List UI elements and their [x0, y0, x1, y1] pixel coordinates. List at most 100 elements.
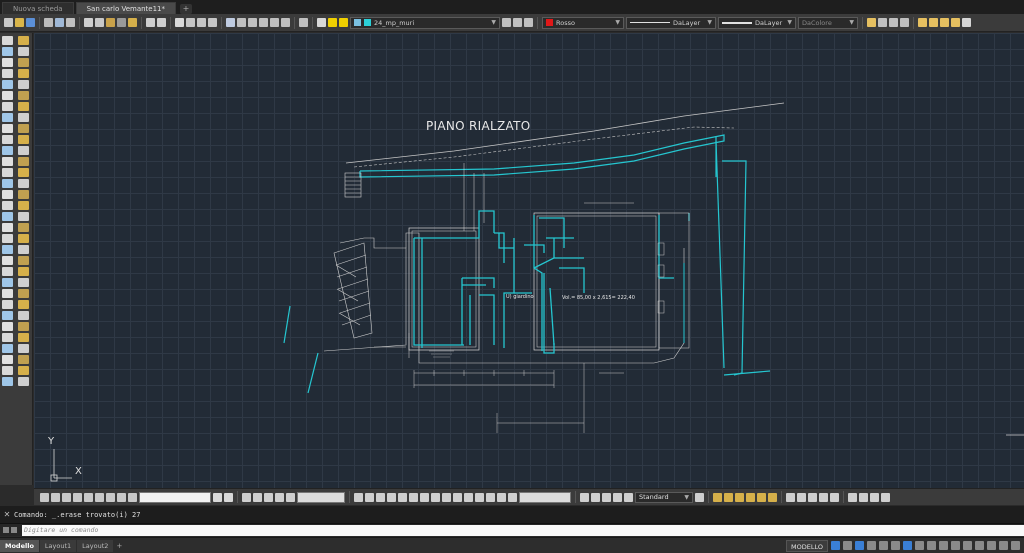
- make-current-icon[interactable]: [502, 18, 511, 27]
- text-style-dropdown[interactable]: Standard ▼: [635, 491, 693, 503]
- center-mark-icon[interactable]: [409, 492, 418, 502]
- chamfer-icon[interactable]: [18, 179, 29, 188]
- arc-icon[interactable]: [2, 91, 13, 100]
- add-tab-icon[interactable]: +: [180, 4, 193, 14]
- publish-icon[interactable]: [66, 18, 75, 27]
- rotate-icon[interactable]: [18, 102, 29, 111]
- wrench-icon[interactable]: [3, 527, 9, 533]
- pdf-underlay-icon[interactable]: [2, 355, 13, 364]
- find-replace-icon[interactable]: [613, 492, 622, 502]
- layer-state-icon[interactable]: [524, 18, 533, 27]
- preview-icon[interactable]: [55, 18, 64, 27]
- tolerance-icon[interactable]: [398, 492, 407, 502]
- mtext-icon[interactable]: [2, 234, 13, 243]
- color-dropdown[interactable]: Rosso ▼: [542, 16, 624, 29]
- block-attribute-icon[interactable]: [881, 492, 890, 502]
- layout-tab-layout1[interactable]: Layout1: [39, 539, 77, 552]
- close-icon[interactable]: ✕: [0, 510, 14, 519]
- dim-linear-icon[interactable]: [242, 492, 251, 502]
- align-icon[interactable]: [2, 333, 13, 342]
- new-file-icon[interactable]: [4, 18, 13, 27]
- block-edit-icon[interactable]: [870, 492, 879, 502]
- quick-dim-icon[interactable]: [497, 492, 506, 502]
- find-icon[interactable]: [213, 492, 222, 502]
- scale-icon[interactable]: [18, 113, 29, 122]
- quick-select-icon[interactable]: [2, 300, 13, 309]
- pedit-icon[interactable]: [18, 333, 29, 342]
- stretch-icon[interactable]: [18, 124, 29, 133]
- mtext-icon[interactable]: [376, 492, 385, 502]
- area-icon[interactable]: [18, 256, 29, 265]
- open-file-icon[interactable]: [15, 18, 24, 27]
- baseline-dim-icon[interactable]: [508, 492, 517, 502]
- tab-file[interactable]: San carlo Vemante11*: [75, 2, 177, 14]
- dim-radius-icon[interactable]: [286, 492, 295, 502]
- polyline-icon[interactable]: [2, 58, 13, 67]
- modify-stretch-icon[interactable]: [746, 492, 755, 502]
- list-icon[interactable]: [2, 278, 13, 287]
- customize-menu-icon[interactable]: [1011, 541, 1020, 550]
- grid-icon[interactable]: [224, 492, 233, 502]
- zoom-center-icon[interactable]: [84, 492, 93, 502]
- point-icon[interactable]: [2, 179, 13, 188]
- add-layout-icon[interactable]: +: [114, 541, 124, 551]
- plotstyle-dropdown[interactable]: DaColore ▼: [798, 16, 858, 29]
- room-label-text[interactable]: U) giardino: [506, 294, 534, 300]
- save-icon[interactable]: [26, 18, 35, 27]
- group-icon[interactable]: [18, 300, 29, 309]
- multileader-icon[interactable]: [900, 18, 909, 27]
- dim-update-icon[interactable]: [453, 492, 462, 502]
- field-icon[interactable]: [2, 377, 13, 386]
- paste-icon[interactable]: [106, 18, 115, 27]
- zoom-previous-icon[interactable]: [208, 18, 217, 27]
- properties-icon[interactable]: [226, 18, 235, 27]
- explode-icon[interactable]: [18, 212, 29, 221]
- view-front-icon[interactable]: [830, 492, 839, 502]
- dim-style-input[interactable]: [297, 491, 345, 503]
- divide-icon[interactable]: [2, 322, 13, 331]
- xref-icon[interactable]: [2, 344, 13, 353]
- drawing-area[interactable]: PIANO RIALZATO U) giardino Vol.= 85,00 x…: [34, 33, 1024, 488]
- zoom-dynamic-icon[interactable]: [117, 492, 126, 502]
- lengthen-icon[interactable]: [18, 311, 29, 320]
- ortho-toggle-icon[interactable]: [855, 541, 864, 550]
- properties-icon[interactable]: [18, 278, 29, 287]
- offset-icon[interactable]: [18, 69, 29, 78]
- edit-spline-icon[interactable]: [18, 234, 29, 243]
- view-left-icon[interactable]: [808, 492, 817, 502]
- layout-tab-model[interactable]: Modello: [0, 539, 39, 552]
- find-text-input[interactable]: [139, 491, 211, 503]
- trim-icon[interactable]: [18, 135, 29, 144]
- leader-icon[interactable]: [387, 492, 396, 502]
- annotation-scale-icon[interactable]: [951, 541, 960, 550]
- dim-arc-icon[interactable]: [264, 492, 273, 502]
- join-icon[interactable]: [18, 168, 29, 177]
- polygon-icon[interactable]: [2, 69, 13, 78]
- table-style-icon[interactable]: [889, 18, 898, 27]
- isodraft-toggle-icon[interactable]: [879, 541, 888, 550]
- update-icon[interactable]: [18, 377, 29, 386]
- plan-title-text[interactable]: PIANO RIALZATO: [426, 119, 530, 133]
- jogged-icon[interactable]: [431, 492, 440, 502]
- layer-previous-icon[interactable]: [513, 18, 522, 27]
- snap-toggle-icon[interactable]: [843, 541, 852, 550]
- lineweight-toggle-icon[interactable]: [915, 541, 924, 550]
- image-icon[interactable]: [18, 344, 29, 353]
- osnap-toggle-icon[interactable]: [903, 541, 912, 550]
- blend-icon[interactable]: [18, 201, 29, 210]
- layout-tab-layout2[interactable]: Layout2: [77, 539, 114, 552]
- dim-space-icon[interactable]: [464, 492, 473, 502]
- transparency-toggle-icon[interactable]: [927, 541, 936, 550]
- dim-break-icon[interactable]: [475, 492, 484, 502]
- zoom-realtime-icon[interactable]: [186, 18, 195, 27]
- match-properties-icon[interactable]: [117, 18, 126, 27]
- redo-icon[interactable]: [157, 18, 166, 27]
- construction-line-icon[interactable]: [2, 47, 13, 56]
- rectangle-icon[interactable]: [2, 80, 13, 89]
- line-icon[interactable]: [2, 36, 13, 45]
- ellipse-arc-icon[interactable]: [2, 146, 13, 155]
- zoom-window-icon[interactable]: [197, 18, 206, 27]
- modify-extend-icon[interactable]: [768, 492, 777, 502]
- dim-aligned-icon[interactable]: [253, 492, 262, 502]
- fillet-icon[interactable]: [18, 190, 29, 199]
